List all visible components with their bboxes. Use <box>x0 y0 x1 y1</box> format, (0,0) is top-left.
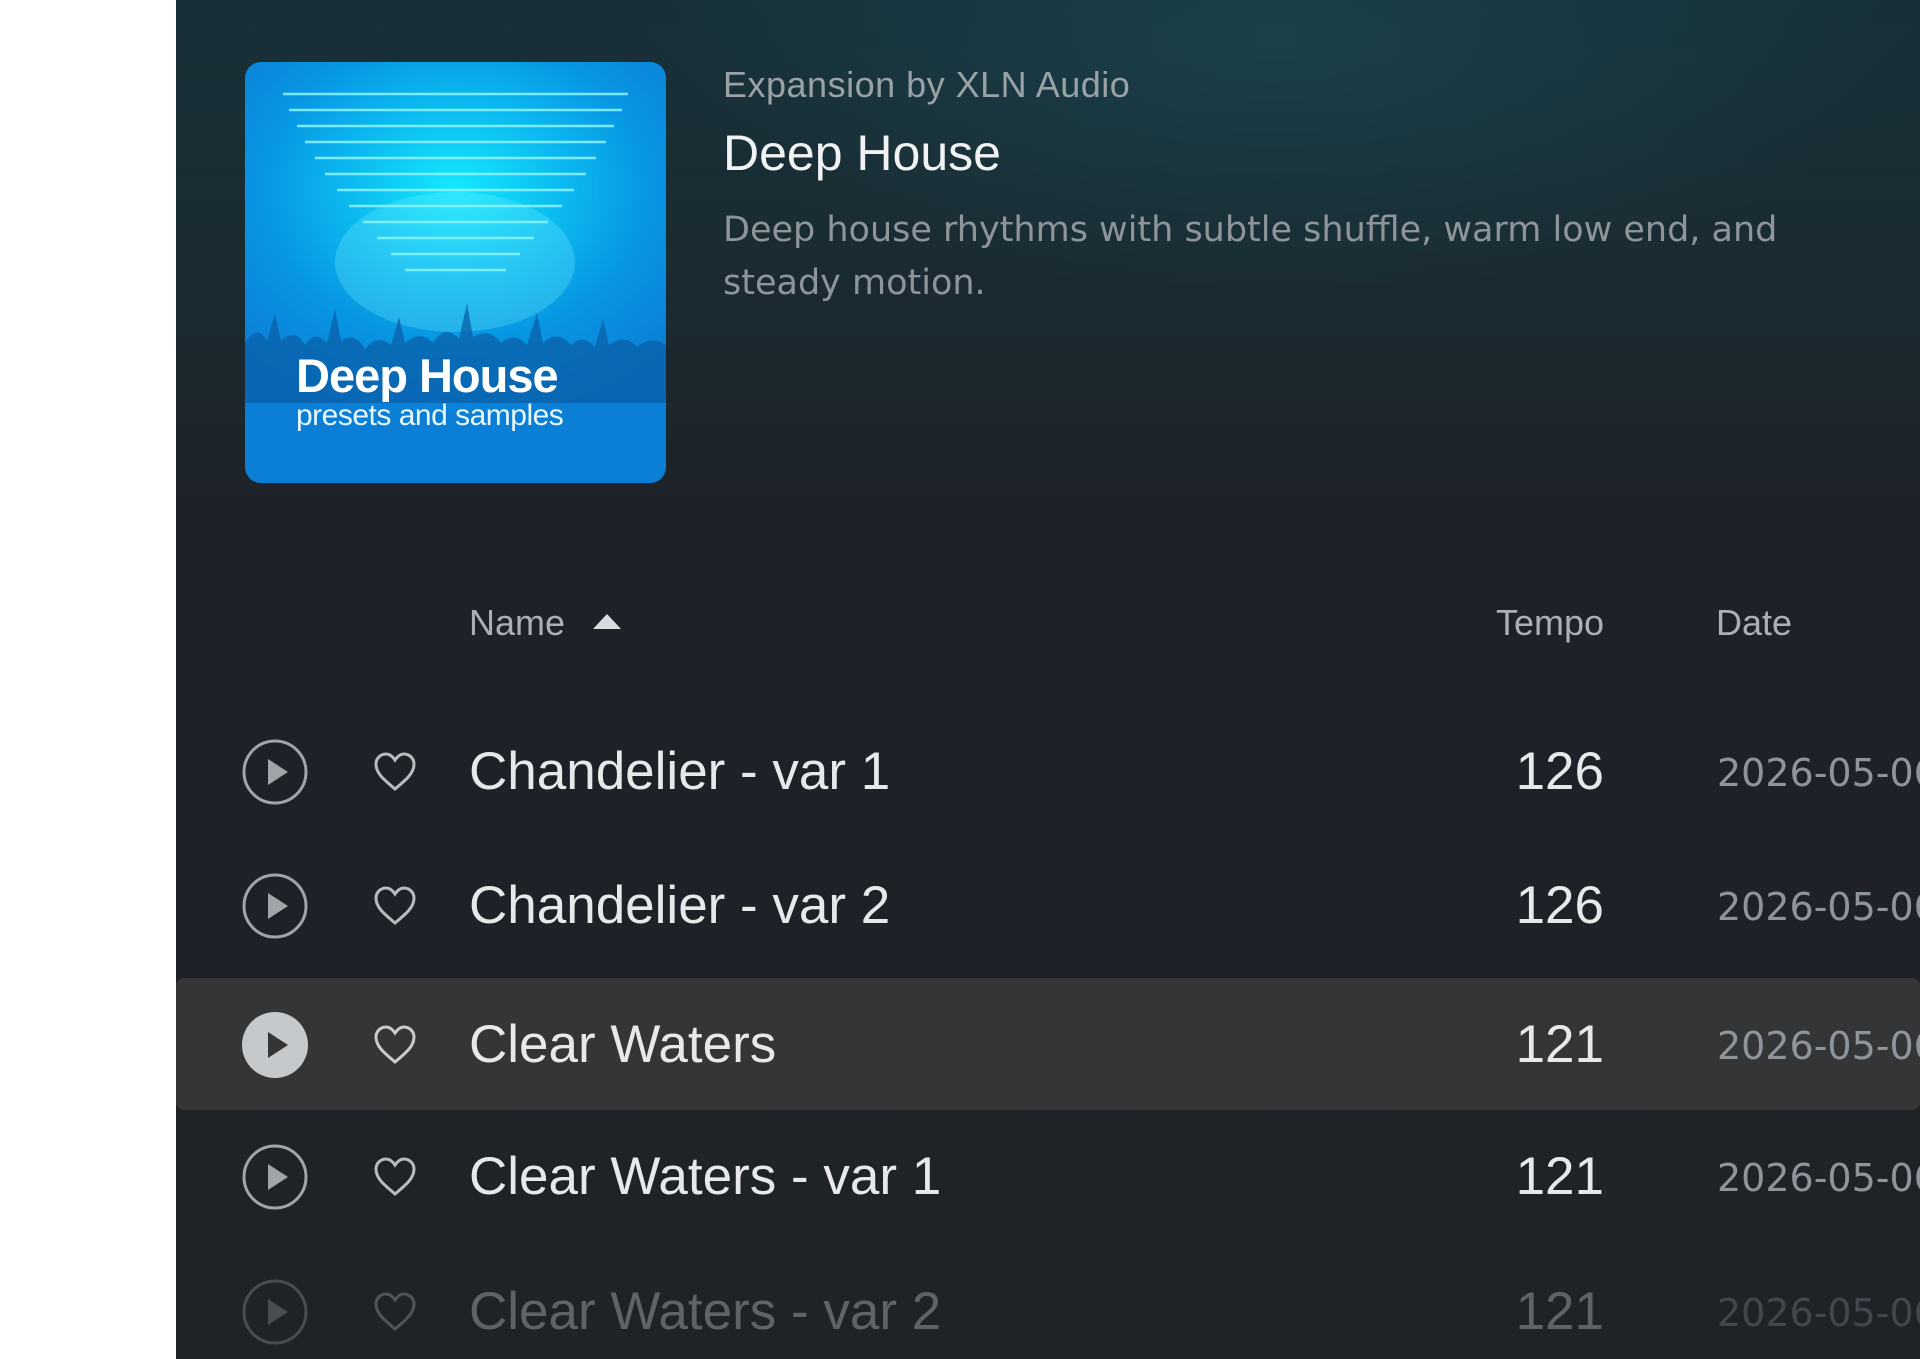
sample-tempo: 121 <box>1515 1147 1604 1206</box>
heart-icon[interactable] <box>373 885 417 927</box>
expansion-detail-panel: Deep House presets and samples Expansion… <box>176 0 1920 1359</box>
table-row[interactable]: Chandelier - var 2 126 2026-05-06 <box>176 839 1920 971</box>
sort-up-arrow-icon[interactable] <box>593 614 621 629</box>
expansion-info: Expansion by XLN Audio Deep House Deep h… <box>723 64 1843 310</box>
sample-name: Clear Waters <box>469 1015 777 1074</box>
sample-name: Chandelier - var 1 <box>469 742 891 801</box>
sample-name: Clear Waters - var 1 <box>469 1147 942 1206</box>
sample-tempo: 121 <box>1515 1015 1604 1074</box>
cover-subtitle: presets and samples <box>296 399 564 432</box>
heart-icon[interactable] <box>373 1024 417 1066</box>
table-row-selected[interactable]: Clear Waters 121 2026-05-06 <box>176 978 1920 1110</box>
sample-tempo: 126 <box>1515 742 1604 801</box>
play-icon[interactable] <box>242 1144 308 1210</box>
heart-icon[interactable] <box>373 1156 417 1198</box>
sample-date: 2026-05-06 <box>1717 885 1920 929</box>
sample-date: 2026-05-06 <box>1717 1291 1920 1335</box>
column-header-tempo[interactable]: Tempo <box>1404 602 1604 644</box>
expansion-publisher: Expansion by XLN Audio <box>723 64 1131 105</box>
sample-date: 2026-05-06 <box>1717 751 1920 795</box>
table-row[interactable]: Chandelier - var 1 126 2026-05-06 <box>176 705 1920 837</box>
play-icon[interactable] <box>242 1012 308 1078</box>
table-row[interactable]: Clear Waters - var 2 121 2026-05-06 <box>176 1245 1920 1359</box>
table-header: Name Tempo Date <box>176 590 1920 660</box>
play-icon[interactable] <box>242 873 308 939</box>
play-icon[interactable] <box>242 739 308 805</box>
sample-date: 2026-05-06 <box>1717 1024 1920 1068</box>
cover-title: Deep House <box>296 349 559 402</box>
heart-icon[interactable] <box>373 751 417 793</box>
sample-tempo: 121 <box>1515 1282 1604 1341</box>
sample-name: Chandelier - var 2 <box>469 876 891 935</box>
expansion-title: Deep House <box>723 125 1001 181</box>
table-row[interactable]: Clear Waters - var 1 121 2026-05-06 <box>176 1110 1920 1242</box>
expansion-description: Deep house rhythms with subtle shuffle, … <box>723 210 1778 303</box>
column-header-date[interactable]: Date <box>1716 602 1792 644</box>
heart-icon[interactable] <box>373 1291 417 1333</box>
play-icon[interactable] <box>242 1279 308 1345</box>
column-header-name[interactable]: Name <box>469 602 565 644</box>
left-blank-area <box>0 0 176 1359</box>
expansion-cover-art: Deep House presets and samples <box>245 62 666 483</box>
sample-tempo: 126 <box>1515 876 1604 935</box>
sample-date: 2026-05-06 <box>1717 1156 1920 1200</box>
sample-name: Clear Waters - var 2 <box>469 1282 942 1341</box>
